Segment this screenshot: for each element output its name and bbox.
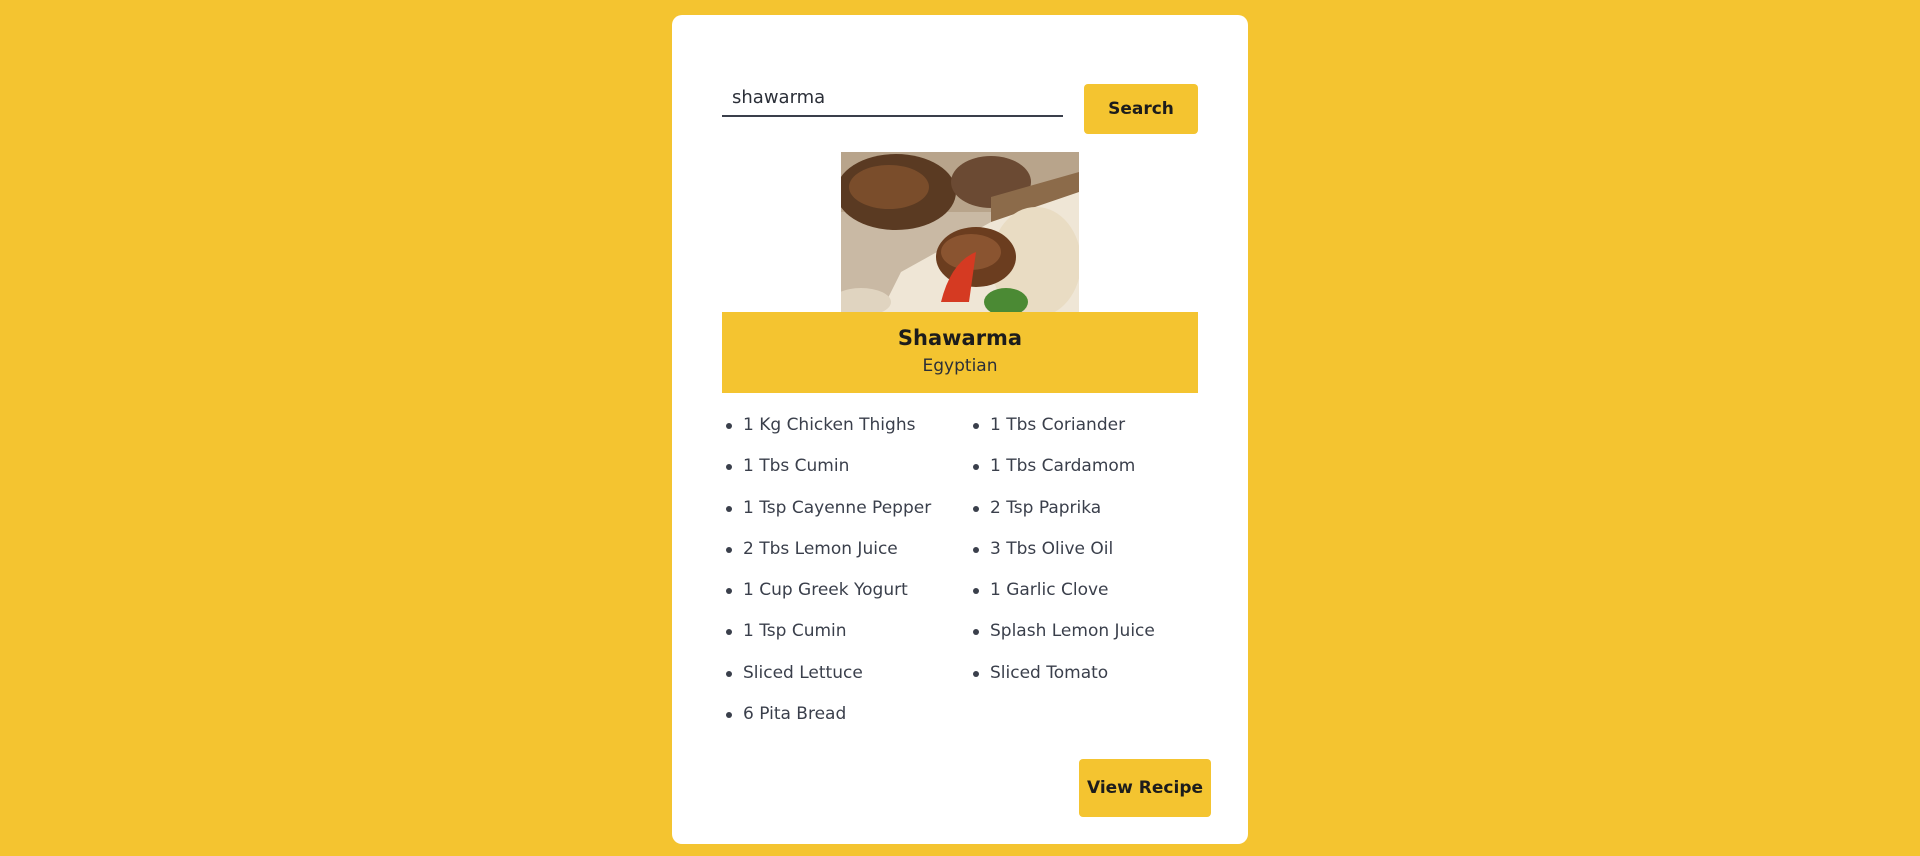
ingredient-item: 6 Pita Bread bbox=[722, 702, 969, 743]
shawarma-photo bbox=[841, 152, 1079, 312]
search-bar: Search bbox=[722, 69, 1198, 134]
ingredient-item: 1 Tbs Cardamom bbox=[969, 454, 1198, 495]
ingredient-item: 1 Tbs Cumin bbox=[722, 454, 969, 495]
meal-banner: Shawarma Egyptian bbox=[722, 312, 1198, 393]
ingredient-item: Sliced Tomato bbox=[969, 661, 1198, 702]
ingredients-list: 1 Kg Chicken Thighs 1 Tbs Coriander 1 Tb… bbox=[722, 413, 1198, 743]
ingredient-item: Splash Lemon Juice bbox=[969, 619, 1198, 660]
ingredient-item: 3 Tbs Olive Oil bbox=[969, 537, 1198, 578]
ingredient-item: 1 Tbs Coriander bbox=[969, 413, 1198, 454]
ingredient-item: 1 Tsp Cumin bbox=[722, 619, 969, 660]
meal-title: Shawarma bbox=[897, 326, 1023, 350]
meal-image bbox=[841, 152, 1079, 312]
ingredient-item: 1 Cup Greek Yogurt bbox=[722, 578, 969, 619]
ingredient-item: 2 Tbs Lemon Juice bbox=[722, 537, 969, 578]
ingredient-item: 2 Tsp Paprika bbox=[969, 496, 1198, 537]
search-input[interactable] bbox=[722, 79, 1063, 117]
ingredient-item: 1 Kg Chicken Thighs bbox=[722, 413, 969, 454]
search-button[interactable]: Search bbox=[1084, 84, 1198, 134]
ingredient-item: 1 Tsp Cayenne Pepper bbox=[722, 496, 969, 537]
recipe-card: Search Shawarma Egyptian 1 Kg Chicken Th… bbox=[672, 15, 1248, 844]
meal-area: Egyptian bbox=[922, 356, 998, 376]
view-recipe-button[interactable]: View Recipe bbox=[1079, 759, 1211, 817]
ingredient-item: Sliced Lettuce bbox=[722, 661, 969, 702]
ingredient-item: 1 Garlic Clove bbox=[969, 578, 1198, 619]
